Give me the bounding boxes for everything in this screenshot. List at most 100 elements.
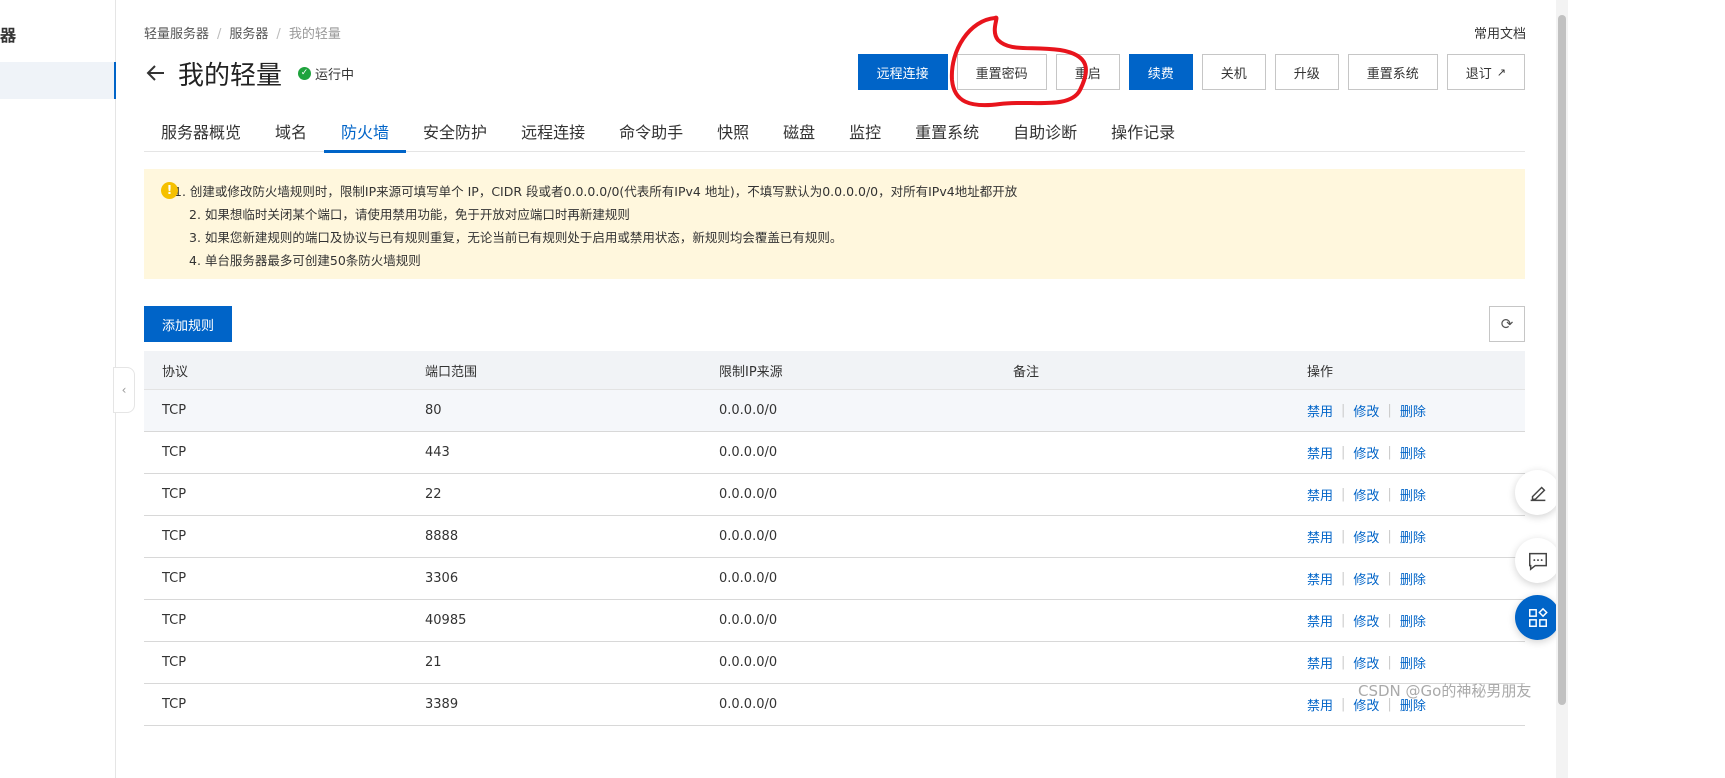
edit-link[interactable]: 修改 bbox=[1353, 443, 1379, 462]
table-row: TCP 8888 0.0.0.0/0 禁用 | 修改 | 删除 bbox=[144, 516, 1525, 558]
header-remark: 备注 bbox=[1013, 364, 1040, 380]
divider: | bbox=[1341, 403, 1346, 418]
cell-ops: 禁用 | 修改 | 删除 bbox=[1289, 569, 1426, 588]
page-title: 我的轻量 bbox=[178, 60, 283, 91]
status-text: 运行中 bbox=[315, 67, 355, 83]
tab-command[interactable]: 命令助手 bbox=[602, 110, 700, 152]
cell-ops: 禁用 | 修改 | 删除 bbox=[1289, 485, 1426, 504]
header-ip: 限制IP来源 bbox=[719, 364, 783, 380]
cell-ops: 禁用 | 修改 | 删除 bbox=[1289, 401, 1426, 420]
cell-port: 21 bbox=[425, 655, 442, 670]
sidebar-title: 器 bbox=[0, 26, 18, 45]
chat-icon[interactable] bbox=[1515, 538, 1560, 583]
disable-link[interactable]: 禁用 bbox=[1307, 569, 1333, 588]
breadcrumb-item[interactable]: 服务器 bbox=[229, 27, 268, 42]
sidebar-collapse-button[interactable]: ‹ bbox=[113, 367, 135, 413]
upgrade-button[interactable]: 升级 bbox=[1274, 54, 1339, 90]
delete-link[interactable]: 删除 bbox=[1400, 527, 1426, 546]
cell-protocol: TCP bbox=[162, 571, 187, 586]
sidebar: 器 bbox=[0, 0, 116, 778]
sidebar-item-active[interactable] bbox=[0, 62, 116, 99]
scrollbar[interactable] bbox=[1556, 0, 1568, 778]
cell-protocol: TCP bbox=[162, 529, 187, 544]
cell-ops: 禁用 | 修改 | 删除 bbox=[1289, 443, 1426, 462]
external-link-icon: ↗ bbox=[1496, 65, 1506, 79]
cell-ops: 禁用 | 修改 | 删除 bbox=[1289, 653, 1426, 672]
cell-ip: 0.0.0.0/0 bbox=[719, 613, 778, 628]
tab-security[interactable]: 安全防护 bbox=[406, 110, 504, 152]
divider: | bbox=[1341, 529, 1346, 544]
delete-link[interactable]: 删除 bbox=[1400, 485, 1426, 504]
edit-link[interactable]: 修改 bbox=[1353, 485, 1379, 504]
renew-button[interactable]: 续费 bbox=[1128, 54, 1193, 90]
tab-remote[interactable]: 远程连接 bbox=[504, 110, 602, 152]
divider: | bbox=[1341, 697, 1346, 712]
divider: | bbox=[1341, 445, 1346, 460]
tab-overview[interactable]: 服务器概览 bbox=[144, 110, 258, 152]
add-rule-button[interactable]: 添加规则 bbox=[144, 306, 233, 342]
reset-system-button[interactable]: 重置系统 bbox=[1347, 54, 1438, 90]
edit-link[interactable]: 修改 bbox=[1353, 653, 1379, 672]
tab-firewall[interactable]: 防火墙 bbox=[324, 110, 407, 153]
remote-connect-button[interactable]: 远程连接 bbox=[857, 54, 948, 90]
disable-link[interactable]: 禁用 bbox=[1307, 485, 1333, 504]
refund-label: 退订 bbox=[1465, 66, 1492, 82]
cell-port: 8888 bbox=[425, 529, 459, 544]
header-protocol: 协议 bbox=[162, 364, 189, 380]
delete-link[interactable]: 删除 bbox=[1400, 401, 1426, 420]
notice-line: 4. 单台服务器最多可创建50条防火墙规则 bbox=[189, 253, 421, 268]
shutdown-button[interactable]: 关机 bbox=[1201, 54, 1266, 90]
tab-domain[interactable]: 域名 bbox=[258, 110, 324, 152]
refund-button[interactable]: 退订 ↗ bbox=[1446, 54, 1525, 90]
tab-monitor[interactable]: 监控 bbox=[832, 110, 898, 152]
divider: | bbox=[1387, 571, 1392, 586]
cell-ops: 禁用 | 修改 | 删除 bbox=[1289, 527, 1426, 546]
divider: | bbox=[1341, 613, 1346, 628]
scroll-thumb[interactable] bbox=[1558, 15, 1566, 705]
title-row: 我的轻量 ✓ 运行中 bbox=[144, 55, 354, 91]
tab-snapshot[interactable]: 快照 bbox=[700, 110, 766, 152]
disable-link[interactable]: 禁用 bbox=[1307, 653, 1333, 672]
delete-link[interactable]: 删除 bbox=[1400, 443, 1426, 462]
disable-link[interactable]: 禁用 bbox=[1307, 401, 1333, 420]
header-ops: 操作 bbox=[1307, 364, 1334, 380]
table-row: TCP 22 0.0.0.0/0 禁用 | 修改 | 删除 bbox=[144, 474, 1525, 516]
cell-ops: 禁用 | 修改 | 删除 bbox=[1289, 611, 1426, 630]
pencil-icon[interactable] bbox=[1515, 470, 1560, 515]
disable-link[interactable]: 禁用 bbox=[1307, 443, 1333, 462]
cell-protocol: TCP bbox=[162, 487, 187, 502]
arrow-left-icon[interactable] bbox=[144, 61, 168, 85]
status-badge: ✓ 运行中 bbox=[298, 64, 354, 83]
cell-protocol: TCP bbox=[162, 445, 187, 460]
divider: | bbox=[1387, 613, 1392, 628]
tab-bar: 服务器概览 域名 防火墙 安全防护 远程连接 命令助手 快照 磁盘 监控 重置系… bbox=[144, 110, 1525, 153]
delete-link[interactable]: 删除 bbox=[1400, 653, 1426, 672]
edit-link[interactable]: 修改 bbox=[1353, 569, 1379, 588]
tab-disk[interactable]: 磁盘 bbox=[766, 110, 832, 152]
docs-link[interactable]: 常用文档 bbox=[1474, 23, 1526, 42]
grid-icon[interactable] bbox=[1515, 595, 1560, 640]
disable-link[interactable]: 禁用 bbox=[1307, 695, 1333, 714]
breadcrumb-item[interactable]: 轻量服务器 bbox=[144, 27, 209, 42]
chevron-left-icon: ‹ bbox=[121, 383, 127, 397]
check-circle-icon: ✓ bbox=[298, 66, 312, 80]
cell-protocol: TCP bbox=[162, 403, 187, 418]
notice-line: 3. 如果您新建规则的端口及协议与已有规则重复，无论当前已有规则处于启用或禁用状… bbox=[189, 230, 843, 245]
notice-banner: ! 1. 创建或修改防火墙规则时，限制IP来源可填写单个 IP，CIDR 段或者… bbox=[144, 169, 1525, 279]
cell-protocol: TCP bbox=[162, 697, 187, 712]
table-row: TCP 3389 0.0.0.0/0 禁用 | 修改 | 删除 bbox=[144, 684, 1525, 726]
cell-port: 22 bbox=[425, 487, 442, 502]
refresh-icon[interactable]: ⟳ bbox=[1489, 306, 1525, 342]
divider: | bbox=[1387, 445, 1392, 460]
disable-link[interactable]: 禁用 bbox=[1307, 527, 1333, 546]
delete-link[interactable]: 删除 bbox=[1400, 611, 1426, 630]
edit-link[interactable]: 修改 bbox=[1353, 401, 1379, 420]
cell-port: 443 bbox=[425, 445, 450, 460]
delete-link[interactable]: 删除 bbox=[1400, 569, 1426, 588]
divider: | bbox=[1387, 403, 1392, 418]
cell-ip: 0.0.0.0/0 bbox=[719, 697, 778, 712]
edit-link[interactable]: 修改 bbox=[1353, 611, 1379, 630]
disable-link[interactable]: 禁用 bbox=[1307, 611, 1333, 630]
cell-ip: 0.0.0.0/0 bbox=[719, 445, 778, 460]
edit-link[interactable]: 修改 bbox=[1353, 527, 1379, 546]
